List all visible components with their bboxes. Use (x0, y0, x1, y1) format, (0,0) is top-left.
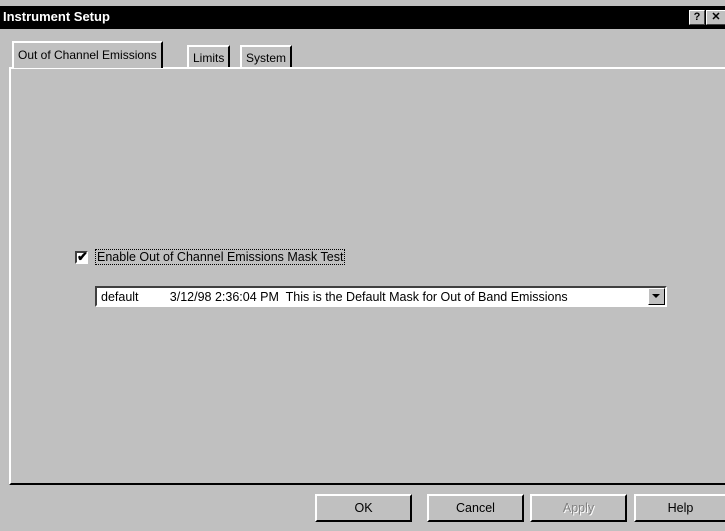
tab-out-of-channel-emissions[interactable]: Out of Channel Emissions (12, 41, 163, 68)
title-bar[interactable]: Instrument Setup ? ✕ (0, 6, 725, 29)
mask-select-value: default 3/12/98 2:36:04 PM This is the D… (101, 290, 568, 304)
mask-test-checkbox[interactable]: ✔ (75, 249, 88, 264)
tab-label: Limits (193, 51, 225, 65)
chevron-down-icon (652, 294, 660, 298)
tab-panel (9, 67, 725, 485)
dropdown-button[interactable] (648, 288, 665, 305)
cancel-button[interactable]: Cancel (427, 494, 524, 522)
tab-limits[interactable]: Limits (187, 45, 231, 68)
window-title: Instrument Setup (3, 9, 110, 24)
tab-label: System (246, 51, 287, 65)
tab-label: Out of Channel Emissions (18, 48, 157, 62)
help-button[interactable]: Help (634, 494, 725, 522)
apply-button: Apply (530, 494, 627, 522)
mask-test-label[interactable]: Enable Out of Channel Emissions Mask Tes… (95, 249, 346, 265)
close-icon[interactable]: ✕ (706, 10, 725, 25)
ok-button[interactable]: OK (315, 494, 412, 522)
help-icon[interactable]: ? (689, 10, 705, 25)
checkmark-icon: ✔ (77, 249, 88, 264)
mask-select[interactable]: default 3/12/98 2:36:04 PM This is the D… (95, 286, 667, 307)
instrument-setup-dialog: Instrument Setup ? ✕ Out of Channel Emis… (0, 0, 725, 531)
tab-system[interactable]: System (240, 45, 293, 68)
